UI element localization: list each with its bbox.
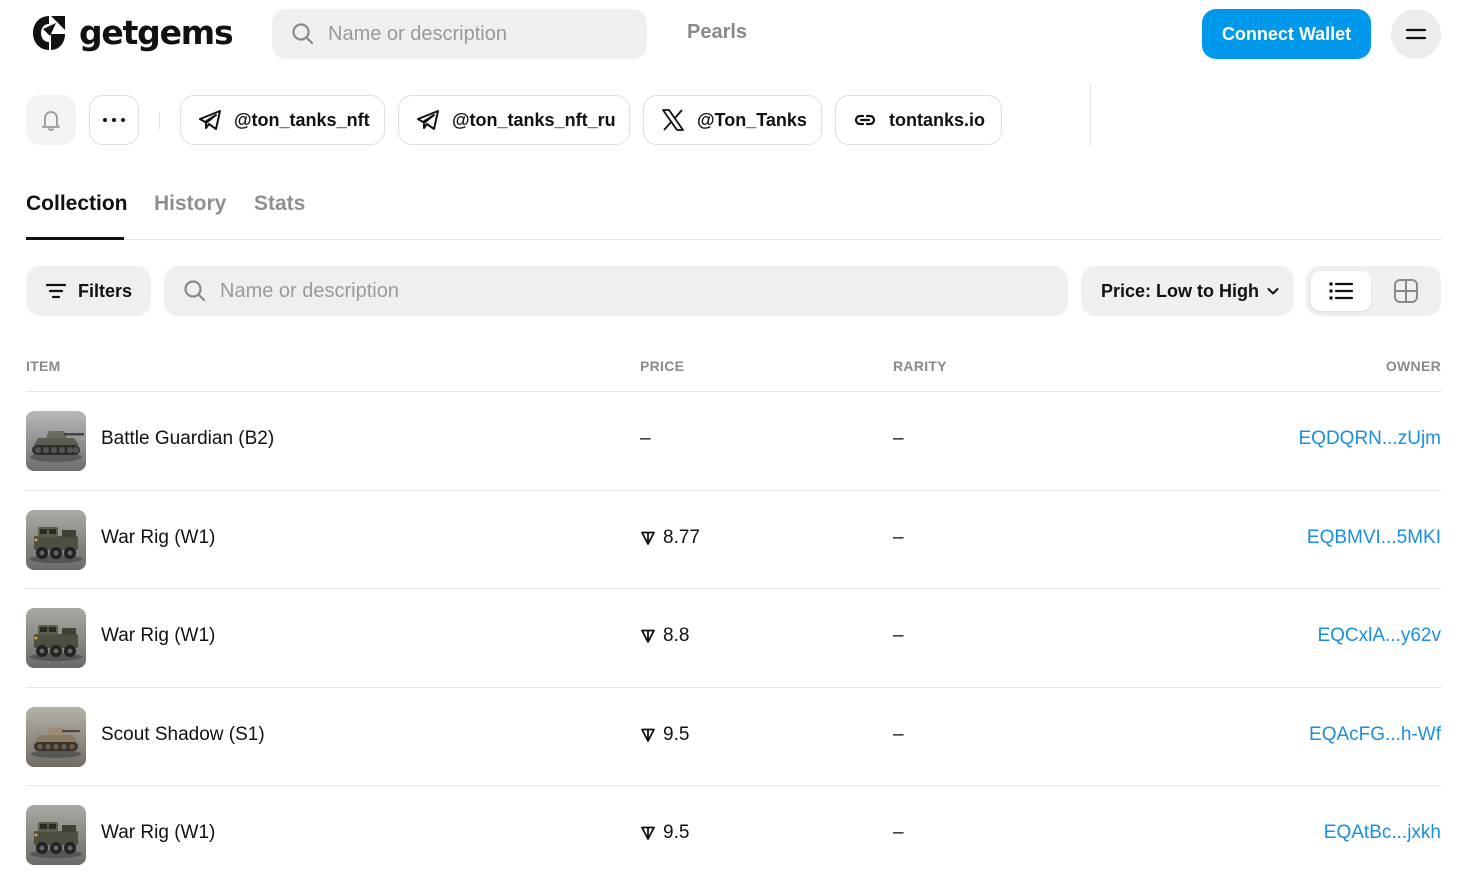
social-links-row: @ton_tanks_nft @ton_tanks_nft_ru @Ton_Ta…	[26, 95, 1126, 145]
item-name[interactable]: Battle Guardian (B2)	[101, 428, 274, 450]
grid-view-button[interactable]	[1376, 271, 1436, 311]
item-price: 8.8	[640, 625, 689, 647]
nft-thumbnail[interactable]	[26, 805, 86, 865]
divider	[159, 112, 160, 129]
price-value: –	[640, 428, 651, 449]
social-link-label: tontanks.io	[889, 109, 986, 130]
notify-button[interactable]	[26, 95, 76, 145]
ton-icon	[641, 728, 655, 742]
filter-icon	[45, 283, 67, 299]
collection-search[interactable]	[164, 266, 1068, 316]
item-rarity: –	[893, 526, 904, 548]
collection-search-input[interactable]	[220, 279, 1020, 303]
owner-address-link[interactable]: EQAtBc...jxkh	[1324, 822, 1441, 844]
getgems-logo-icon	[33, 16, 65, 50]
tab-history[interactable]: History	[154, 192, 226, 216]
chevron-down-icon	[1267, 288, 1279, 295]
owner-address-link[interactable]: EQAcFG...h-Wf	[1309, 724, 1441, 746]
tank-image-icon	[26, 706, 86, 767]
social-link-telegram[interactable]: @ton_tanks_nft	[180, 95, 385, 145]
ton-icon	[641, 826, 655, 840]
column-header-price[interactable]: PRICE	[640, 358, 684, 374]
bell-icon	[42, 111, 60, 131]
sort-label: Price: Low to High	[1101, 280, 1260, 301]
logo[interactable]: getgems	[30, 13, 234, 52]
truck-image-icon	[26, 509, 86, 570]
list-view-button[interactable]	[1311, 271, 1371, 311]
connect-wallet-button[interactable]: Connect Wallet	[1202, 9, 1371, 59]
grid-icon	[1394, 279, 1418, 303]
price-value: 8.77	[663, 526, 700, 548]
telegram-icon	[199, 110, 221, 130]
item-name[interactable]: Scout Shadow (S1)	[101, 724, 265, 746]
item-rarity: –	[893, 723, 904, 745]
item-price: 9.5	[640, 822, 689, 844]
item-price: 8.77	[640, 527, 700, 549]
sort-dropdown[interactable]: Price: Low to High	[1081, 266, 1294, 316]
link-icon	[854, 114, 876, 126]
column-header-owner: OWNER	[1385, 358, 1441, 374]
divider	[1090, 84, 1091, 146]
price-value: 8.8	[663, 625, 690, 646]
table-row[interactable]: War Rig (W1) 9.5 – EQAtBc...jxkh	[26, 786, 1441, 874]
telegram-icon	[417, 110, 439, 130]
column-header-item: ITEM	[26, 358, 61, 374]
header-search[interactable]	[272, 9, 647, 59]
item-name[interactable]: War Rig (W1)	[101, 822, 215, 844]
more-options-button[interactable]	[89, 95, 139, 145]
item-name[interactable]: War Rig (W1)	[101, 527, 215, 549]
items-table: Battle Guardian (B2) – – EQDQRN...zUjm W…	[26, 392, 1441, 874]
table-row[interactable]: War Rig (W1) 8.8 – EQCxlA...y62v	[26, 589, 1441, 688]
ton-icon	[641, 629, 655, 643]
truck-image-icon	[26, 608, 86, 668]
search-icon	[184, 280, 206, 302]
ton-icon	[641, 531, 655, 545]
list-icon	[1329, 282, 1354, 300]
filters-label: Filters	[78, 280, 133, 301]
hamburger-icon	[1406, 28, 1426, 40]
item-rarity: –	[893, 625, 904, 646]
logo-text: getgems	[79, 13, 234, 52]
x-icon	[662, 109, 684, 131]
social-link-label: @ton_tanks_nft	[234, 109, 370, 130]
truck-image-icon	[26, 805, 86, 865]
view-toggle	[1306, 266, 1441, 316]
nft-thumbnail[interactable]	[26, 509, 86, 570]
social-link-x[interactable]: @Ton_Tanks	[643, 95, 822, 145]
item-price: 9.5	[640, 724, 689, 746]
nft-thumbnail[interactable]	[26, 608, 86, 668]
item-rarity: –	[893, 428, 904, 449]
table-row[interactable]: Battle Guardian (B2) – – EQDQRN...zUjm	[26, 392, 1441, 491]
item-price: –	[640, 428, 651, 450]
collection-tabs: Collection History Stats	[26, 190, 1441, 240]
owner-address-link[interactable]: EQCxlA...y62v	[1317, 625, 1441, 647]
active-tab-indicator	[26, 237, 124, 240]
column-header-rarity[interactable]: RARITY	[893, 358, 947, 374]
social-link-website[interactable]: tontanks.io	[835, 95, 1002, 145]
price-value: 9.5	[663, 723, 690, 745]
tank-image-icon	[26, 411, 86, 471]
owner-address-link[interactable]: EQDQRN...zUjm	[1299, 428, 1442, 450]
table-row[interactable]: Scout Shadow (S1) 9.5 – EQAcFG...h-Wf	[26, 688, 1441, 786]
menu-button[interactable]	[1391, 9, 1441, 59]
table-header: ITEM PRICE RARITY OWNER	[26, 355, 1441, 392]
social-link-label: @Ton_Tanks	[697, 109, 807, 130]
filters-button[interactable]: Filters	[26, 266, 151, 316]
item-name[interactable]: War Rig (W1)	[101, 625, 215, 647]
ellipsis-icon	[103, 118, 125, 122]
search-icon	[292, 23, 314, 45]
social-link-label: @ton_tanks_nft_ru	[452, 109, 616, 130]
top-header: getgems Pearls Connect Wallet	[0, 0, 1481, 68]
nft-thumbnail[interactable]	[26, 411, 86, 471]
tab-stats[interactable]: Stats	[254, 192, 305, 216]
owner-address-link[interactable]: EQBMVI...5MKI	[1307, 527, 1441, 549]
nft-thumbnail[interactable]	[26, 706, 86, 767]
item-rarity: –	[893, 822, 904, 843]
tab-collection[interactable]: Collection	[26, 192, 128, 216]
table-row[interactable]: War Rig (W1) 8.77 – EQBMVI...5MKI	[26, 491, 1441, 589]
price-value: 9.5	[663, 822, 690, 843]
header-search-input[interactable]	[328, 22, 628, 46]
pearls-link[interactable]: Pearls	[687, 21, 747, 44]
social-link-telegram-ru[interactable]: @ton_tanks_nft_ru	[398, 95, 630, 145]
